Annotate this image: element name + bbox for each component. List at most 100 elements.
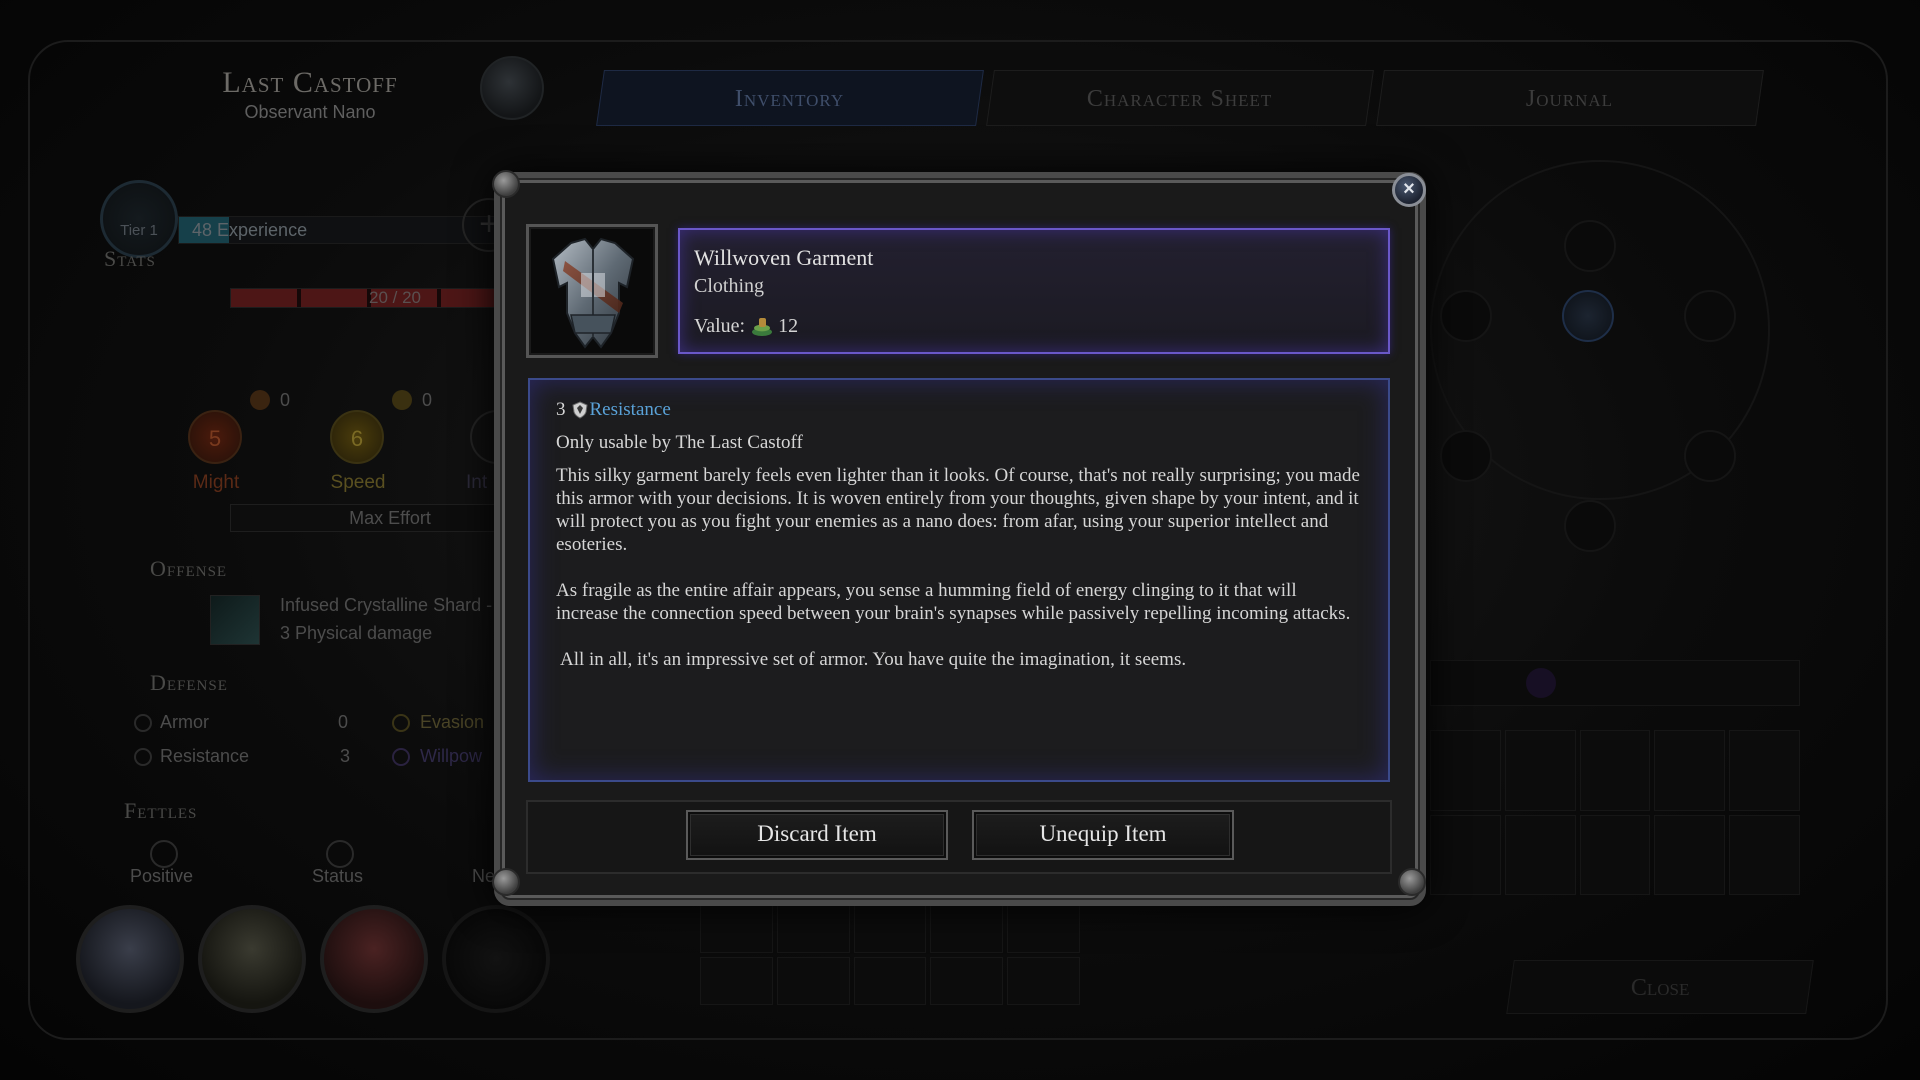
weapon-name: Infused Crystalline Shard - Light <box>280 595 537 615</box>
resistance-amount: 3 <box>556 399 566 420</box>
top-tabs: Inventory Character Sheet Journal <box>596 70 1780 126</box>
shins-currency-icon <box>752 317 773 336</box>
positive-fettle-icon <box>150 840 178 868</box>
item-icon-frame <box>526 224 658 358</box>
resistance-shield-icon <box>571 400 588 419</box>
party-portrait-empty[interactable] <box>442 905 550 1013</box>
speed-pool[interactable]: 6 <box>330 410 384 464</box>
stats-title: Stats <box>104 246 156 271</box>
character-descriptor: Observant Nano <box>244 102 376 122</box>
inventory-slot[interactable] <box>1579 730 1651 811</box>
equip-slot-feet[interactable] <box>1564 500 1616 552</box>
discard-item-button[interactable]: Discard Item <box>686 810 948 860</box>
purse-icon <box>1526 668 1556 698</box>
resistance-bg-icon <box>134 748 152 766</box>
positive-fettle-label: Positive <box>130 866 194 886</box>
inventory-grid-lower <box>700 905 1080 1005</box>
inventory-slot[interactable] <box>1504 814 1576 895</box>
might-edge-value: 0 <box>280 390 291 410</box>
party-portrait-1[interactable] <box>76 905 184 1013</box>
equip-slot-lower-left[interactable] <box>1440 430 1492 482</box>
inventory-slot[interactable] <box>700 957 773 1005</box>
inventory-slot[interactable] <box>1729 814 1800 895</box>
helmet-icon[interactable] <box>480 56 544 120</box>
inventory-slot[interactable] <box>930 905 1004 953</box>
might-pool[interactable]: 5 <box>188 410 242 464</box>
might-label: Might <box>192 472 240 493</box>
inventory-slot[interactable] <box>1729 730 1800 811</box>
might-edge-icon <box>250 390 270 410</box>
dialog-corner-rivet <box>492 170 520 198</box>
equip-slot-body[interactable] <box>1562 290 1614 342</box>
armor-icon <box>134 714 152 732</box>
item-header: Willwoven Garment Clothing Value: 12 <box>678 228 1390 354</box>
party-portrait-2[interactable] <box>198 905 306 1013</box>
status-fettle-label: Status <box>312 866 364 886</box>
inventory-slot[interactable] <box>1007 957 1080 1005</box>
dialog-corner-rivet <box>492 868 520 896</box>
resistance-link[interactable]: Resistance <box>590 398 671 421</box>
willpower-label-partial: Willpow <box>420 746 483 766</box>
status-fettle-icon <box>326 840 354 868</box>
inventory-slot[interactable] <box>1007 905 1080 953</box>
purse-bar <box>1430 660 1800 706</box>
evasion-label: Evasion <box>420 712 485 732</box>
inventory-close-button[interactable]: Close <box>1506 960 1814 1014</box>
inventory-slot[interactable] <box>1504 730 1576 811</box>
resistance-line: 3 Resistance <box>556 398 1362 421</box>
experience-label: 48 Experience <box>192 220 308 240</box>
speed-edge-icon <box>392 390 412 410</box>
armor-value: 0 <box>338 712 349 732</box>
item-name: Willwoven Garment <box>694 245 874 270</box>
speed-edge-value: 0 <box>422 390 433 410</box>
speed-label: Speed <box>330 472 386 493</box>
character-panel: Last Castoff Observant Nano Tier 1 48 Ex… <box>70 50 560 910</box>
party-portrait-3[interactable] <box>320 905 428 1013</box>
intellect-label-partial: Int <box>466 472 488 493</box>
inventory-slot[interactable] <box>853 957 927 1005</box>
dialog-footer <box>526 800 1392 874</box>
inventory-slot[interactable] <box>1654 814 1726 895</box>
description-paragraph-1: This silky garment barely feels even lig… <box>556 465 1360 555</box>
tab-journal[interactable]: Journal <box>1376 70 1764 126</box>
inventory-slot[interactable] <box>1430 814 1501 895</box>
equip-slot-head[interactable] <box>1564 220 1616 272</box>
resistance-bg-value: 3 <box>340 746 351 766</box>
inventory-slot[interactable] <box>776 957 850 1005</box>
item-value-amount: 12 <box>778 315 799 337</box>
weapon-damage: 3 Physical damage <box>280 623 433 643</box>
tab-character-sheet[interactable]: Character Sheet <box>986 70 1374 126</box>
unequip-item-button[interactable]: Unequip Item <box>972 810 1234 860</box>
inventory-slot[interactable] <box>930 957 1004 1005</box>
defense-title: Defense <box>150 670 228 695</box>
tier-label: Tier 1 <box>120 222 158 239</box>
inventory-slot[interactable] <box>1579 814 1651 895</box>
equip-slot-left[interactable] <box>1440 290 1492 342</box>
dialog-close-icon[interactable]: × <box>1392 173 1426 207</box>
description-paragraph-2: As fragile as the entire affair appears,… <box>556 580 1351 624</box>
item-value-row: Value: 12 <box>694 315 798 338</box>
inventory-slot[interactable] <box>776 905 850 953</box>
usable-by-text: Only usable by The Last Castoff <box>556 432 803 453</box>
inventory-slot[interactable] <box>1654 730 1726 811</box>
inventory-slot[interactable] <box>1430 730 1501 811</box>
item-description: 3 Resistance Only usable by The Last Cas… <box>556 398 1362 694</box>
evasion-icon <box>392 714 410 732</box>
offense-title: Offense <box>150 556 228 581</box>
tab-inventory[interactable]: Inventory <box>596 70 984 126</box>
resistance-bg-label: Resistance <box>160 746 250 766</box>
inventory-grid <box>1430 730 1800 895</box>
willpower-icon <box>392 748 410 766</box>
item-type: Clothing <box>694 275 765 297</box>
garment-armor-icon <box>551 237 635 349</box>
description-paragraph-3: All in all, it's an impressive set of ar… <box>560 649 1187 670</box>
equip-slot-right[interactable] <box>1684 290 1736 342</box>
item-description-box: 3 Resistance Only usable by The Last Cas… <box>528 378 1390 782</box>
inventory-slot[interactable] <box>853 905 927 953</box>
equip-slot-lower-right[interactable] <box>1684 430 1736 482</box>
dialog-corner-rivet <box>1398 868 1426 896</box>
item-value-label: Value: <box>694 315 746 337</box>
armor-label: Armor <box>160 712 209 732</box>
inventory-slot[interactable] <box>700 905 773 953</box>
character-name: Last Castoff <box>222 66 398 99</box>
